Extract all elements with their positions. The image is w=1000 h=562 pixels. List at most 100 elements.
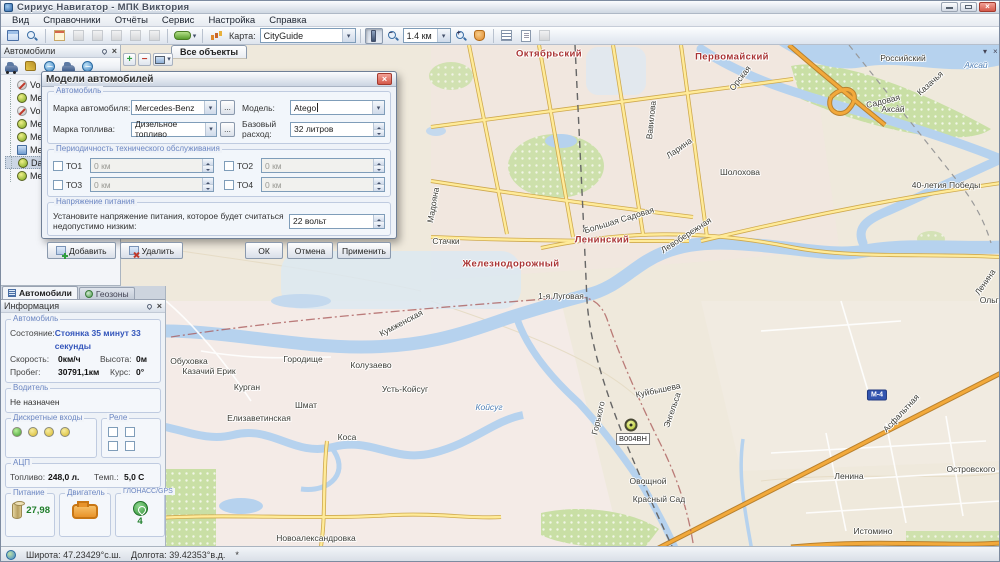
chevron-down-icon: ▾ [342,29,355,42]
add-vehicle-button[interactable] [3,59,19,74]
legend-button[interactable] [498,28,516,44]
filter-button[interactable] [88,28,106,44]
edit-vehicle-button[interactable] [22,59,38,74]
maximize-button[interactable] [960,2,977,12]
relay-checkbox[interactable] [125,427,135,437]
zoom-out-button[interactable]: − [384,28,402,44]
minimize-button[interactable] [941,2,958,12]
toolbar-separator [202,29,203,43]
fuel-browse-button[interactable]: ... [220,122,235,137]
new-window-button[interactable] [4,28,22,44]
spinner-arrows[interactable] [202,159,213,172]
group-caption: Дискретные входы [11,413,84,422]
map-label: Казачий Ерик [182,366,235,376]
search-button[interactable] [23,28,41,44]
spinner-arrows[interactable] [373,159,384,172]
maintenance-item: ТО20 км [224,158,385,173]
spinner-arrows[interactable] [373,215,384,228]
edit-button[interactable] [517,28,535,44]
car-icon [5,65,18,72]
maintenance-spinner[interactable]: 0 км [90,177,214,192]
info-close-icon[interactable]: × [157,302,162,311]
track-mode-button[interactable] [365,28,383,44]
spinner-arrows[interactable] [373,178,384,191]
voltage-spinner[interactable]: 22 вольт [289,214,385,229]
title-bar[interactable]: Сириус Навигатор - МПК Виктория × [1,1,999,14]
map-label: Шмат [295,400,317,410]
chart-button[interactable] [207,28,225,44]
menu-item-3[interactable]: Сервис [155,14,202,27]
maintenance-spinner[interactable]: 0 км [90,158,214,173]
offline-status-icon [17,106,27,116]
pin-icon[interactable] [146,302,153,309]
extra-button[interactable] [536,28,554,44]
map-minus-button[interactable]: − [138,53,151,66]
zoom-in-button[interactable]: + [452,28,470,44]
list-button[interactable] [69,28,87,44]
brand-browse-button[interactable]: ... [220,100,235,115]
relay-checkbox[interactable] [108,441,118,451]
map-source-select[interactable]: CityGuide ▾ [260,28,356,43]
grid-button[interactable] [126,28,144,44]
brand-select[interactable]: Mercedes-Benz ▾ [131,100,217,115]
menu-item-2[interactable]: Отчёты [108,14,155,27]
voltage-group: Напряжение питания Установите напряжение… [47,202,391,236]
delete-label: Удалить [142,246,174,256]
checkbox[interactable] [53,180,63,190]
consumption-spinner[interactable]: 32 литров [290,122,385,137]
apply-button[interactable]: Применить [337,242,391,259]
dialog-close-button[interactable]: × [377,73,392,85]
pan-button[interactable] [471,28,489,44]
state-label: Состояние: [10,327,55,340]
ok-button[interactable]: ОК [245,242,283,259]
sidebar-close-icon[interactable]: × [112,47,117,56]
tab-geozones[interactable]: Геозоны [79,287,135,299]
delete-model-button[interactable]: Удалить [120,242,183,259]
cancel-button[interactable]: Отмена [287,242,333,259]
menu-item-5[interactable]: Справка [262,14,313,27]
status-filter-button[interactable]: ▾ [172,28,198,44]
map-label: 1-я Луговая [538,291,584,301]
tab-vehicles[interactable]: Автомобили [2,286,78,299]
add-table-icon [56,246,66,255]
maintenance-spinner[interactable]: 0 км [261,177,385,192]
map-plus-button[interactable]: + [123,53,136,66]
map-tabs-close-button[interactable]: × [993,47,998,57]
map-tab-all-objects[interactable]: Все объекты [171,45,247,59]
spinner-arrows[interactable] [202,178,213,191]
map-label: Ленина [973,267,998,297]
led-yellow-icon [60,427,70,437]
map-tabs-scroll-button[interactable]: ▾ [983,47,987,57]
calendar-button[interactable] [50,28,68,44]
dialog-title-bar[interactable]: Модели автомобилей × [42,72,396,87]
checkbox[interactable] [53,161,63,171]
vehicle-marker[interactable] [625,419,638,432]
group-caption: АЦП [11,458,32,467]
close-button[interactable]: × [979,2,996,12]
refresh-button[interactable] [107,28,125,44]
engine-icon [72,504,98,519]
checkbox[interactable] [224,161,234,171]
model-label: Модель: [242,103,290,113]
checkbox[interactable] [224,180,234,190]
menu-item-1[interactable]: Справочники [36,14,108,27]
menu-item-0[interactable]: Вид [5,14,36,27]
fuel-select[interactable]: Дизельное топливо ▾ [131,122,217,137]
add-model-button[interactable]: Добавить [47,242,116,259]
relay-checkbox[interactable] [125,441,135,451]
maintenance-value: 0 км [265,180,282,190]
scale-select[interactable]: 1.4 км ▾ [403,28,451,43]
maintenance-spinner[interactable]: 0 км [261,158,385,173]
group-caption: Периодичность технического обслуживания [54,144,222,153]
map-label: 40-летия Победы [912,180,981,190]
globe-icon [44,61,55,72]
map-view-button[interactable]: ▾ [153,53,173,66]
app-icon [4,3,13,12]
relay-checkbox[interactable] [108,427,118,437]
maintenance-item: ТО40 км [224,177,385,192]
spinner-arrows[interactable] [373,123,384,136]
model-input[interactable]: Atego ▾ [290,100,385,115]
report-button[interactable] [145,28,163,44]
pin-icon[interactable] [101,47,108,54]
menu-item-4[interactable]: Настройка [201,14,262,27]
